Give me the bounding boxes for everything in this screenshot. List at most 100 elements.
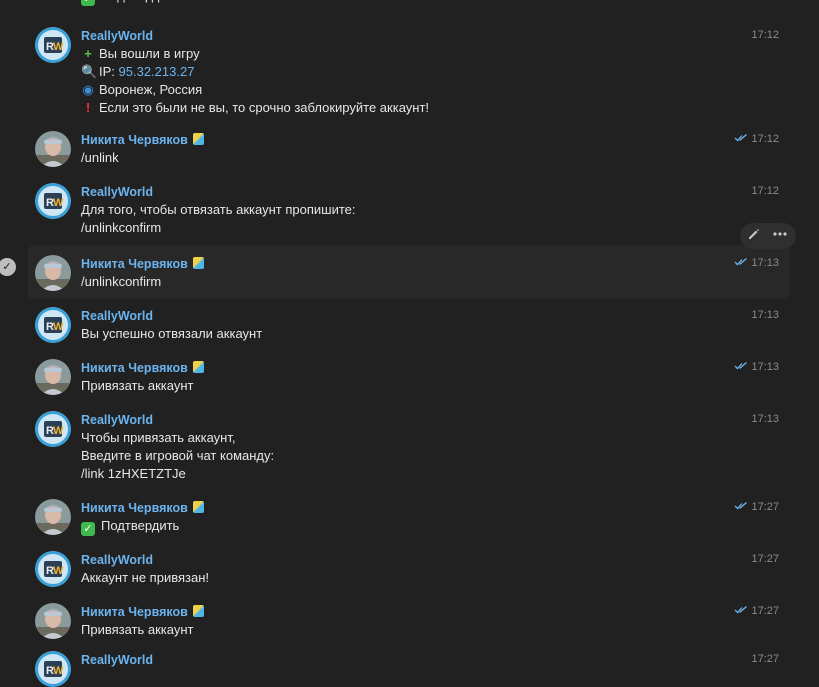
message-text: Для того, чтобы отвязать аккаунт пропиши… xyxy=(81,201,819,219)
message-text: Привязать аккаунт xyxy=(81,621,819,639)
message-text: 🔍 IP: 95.32.213.27 xyxy=(81,63,819,81)
sender-name[interactable]: ReallyWorld xyxy=(81,307,819,325)
message-time: 17:27 xyxy=(734,500,779,514)
message-text: /link 1zHXETZTJe xyxy=(81,465,819,483)
message-body: ReallyWorld Для того, чтобы отвязать акка… xyxy=(81,183,819,237)
sender-name[interactable]: Никита Червяков xyxy=(81,603,819,621)
text: Воронеж, Россия xyxy=(99,82,203,97)
message-text: /unlinkconfirm xyxy=(81,219,819,237)
bot-avatar[interactable]: RW xyxy=(35,551,71,587)
time-text: 17:13 xyxy=(751,309,779,321)
premium-badge-icon xyxy=(192,257,204,269)
sender-name[interactable]: Никита Червяков xyxy=(81,499,819,517)
message-time: 17:12 xyxy=(751,28,779,42)
message-body: Никита Червяков/unlinkconfirm xyxy=(81,255,819,291)
text: IP: xyxy=(99,64,119,79)
text: Для того, чтобы отвязать аккаунт пропиши… xyxy=(81,202,356,217)
svg-text:W: W xyxy=(53,565,64,577)
sender-name[interactable]: ReallyWorld xyxy=(81,651,819,669)
svg-text:W: W xyxy=(53,665,64,677)
time-text: 17:27 xyxy=(751,653,779,665)
time-text: 17:27 xyxy=(751,553,779,565)
svg-text:W: W xyxy=(53,41,64,53)
message-text: Чтобы привязать аккаунт, xyxy=(81,429,819,447)
sender-name[interactable]: ReallyWorld xyxy=(81,411,819,429)
text: Вы успешно отвязали аккаунт xyxy=(81,326,263,341)
checkmark-circle-icon[interactable]: ✓ xyxy=(0,258,16,276)
premium-badge-icon xyxy=(192,501,204,513)
check-mark-icon: ✓ xyxy=(81,0,95,6)
double-check-icon xyxy=(734,501,748,511)
message-time: 17:13 xyxy=(734,360,779,374)
text: Вы вошли в игру xyxy=(99,46,200,61)
text: /unlink xyxy=(81,150,119,165)
message-body: Никита Червяков ✓ Подтвердить xyxy=(81,499,819,536)
message-time: 17:27 xyxy=(734,604,779,618)
double-check-icon xyxy=(734,605,748,615)
sender-name[interactable]: Никита Червяков xyxy=(81,255,819,273)
bot-avatar[interactable]: RW xyxy=(35,27,71,63)
bot-avatar[interactable]: RW xyxy=(35,307,71,343)
pencil-icon[interactable] xyxy=(744,227,764,245)
message-time: 17:12 xyxy=(734,132,779,146)
sender-name[interactable]: ReallyWorld xyxy=(81,183,819,201)
user-avatar[interactable] xyxy=(35,603,71,639)
more-horizontal-icon[interactable] xyxy=(770,227,790,245)
text: /link 1zHXETZTJe xyxy=(81,466,186,481)
text: /unlinkconfirm xyxy=(81,220,162,235)
message-time: 17:13 xyxy=(751,308,779,322)
time-text: 17:13 xyxy=(751,361,779,373)
time-text: 17:12 xyxy=(751,185,779,197)
user-avatar[interactable] xyxy=(35,255,71,291)
message-body: Никита Червяков/unlink xyxy=(81,131,819,167)
time-text: 17:27 xyxy=(751,501,779,513)
double-check-icon xyxy=(734,361,748,371)
message-body: Никита Червяков Привязать аккаунт xyxy=(81,359,819,395)
text: /unlinkconfirm xyxy=(81,274,162,289)
magnifier-icon: 🔍 xyxy=(81,64,98,79)
text: Аккаунт не привязан! xyxy=(81,570,209,585)
svg-text:W: W xyxy=(53,197,64,209)
message-time: 17:27 xyxy=(751,652,779,666)
message-body: ReallyWorld + Вы вошли в игру 🔍 IP: 95.32.21… xyxy=(81,27,819,117)
message-text: ✓ Подтвердить xyxy=(81,517,819,536)
time-text: 17:12 xyxy=(751,133,779,145)
bot-avatar[interactable]: RW xyxy=(35,183,71,219)
text: Введите в игровой чат команду: xyxy=(81,448,275,463)
time-text: 17:12 xyxy=(751,29,779,41)
user-avatar[interactable] xyxy=(35,359,71,395)
check-mark-icon: ✓ xyxy=(81,522,95,536)
text: Подтвердить xyxy=(101,518,180,533)
message-body: ReallyWorld xyxy=(81,651,819,669)
user-avatar[interactable] xyxy=(35,131,71,167)
message-text: Вы успешно отвязали аккаунт xyxy=(81,325,819,343)
message-text: + Вы вошли в игру xyxy=(81,45,819,63)
globe-icon: ◉ xyxy=(82,82,94,97)
sender-name[interactable]: ReallyWorld xyxy=(81,551,819,569)
message-text: ✓ Подтвердить xyxy=(81,0,819,6)
text: Привязать аккаунт xyxy=(81,378,194,393)
sender-name[interactable]: Никита Червяков xyxy=(81,131,819,149)
message-text: ◉ Воронеж, Россия xyxy=(81,81,819,99)
sender-name[interactable]: Никита Червяков xyxy=(81,359,819,377)
message-text: Введите в игровой чат команду: xyxy=(81,447,819,465)
user-avatar[interactable] xyxy=(35,499,71,535)
double-check-icon xyxy=(734,257,748,267)
premium-badge-icon xyxy=(192,133,204,145)
double-check-icon xyxy=(734,133,748,143)
bot-avatar[interactable]: RW xyxy=(35,411,71,447)
sender-name[interactable]: ReallyWorld xyxy=(81,27,819,45)
message-time: 17:12 xyxy=(751,184,779,198)
time-text: 17:13 xyxy=(751,257,779,269)
time-text: 17:13 xyxy=(751,413,779,425)
text: Привязать аккаунт xyxy=(81,622,194,637)
premium-badge-icon xyxy=(192,361,204,373)
bot-avatar[interactable]: RW xyxy=(35,651,71,687)
premium-badge-icon xyxy=(192,605,204,617)
message-time: 17:27 xyxy=(751,552,779,566)
time-text: 17:27 xyxy=(751,605,779,617)
message-text: Привязать аккаунт xyxy=(81,377,819,395)
plus-icon: + xyxy=(84,46,92,61)
ip-link[interactable]: 95.32.213.27 xyxy=(119,64,195,79)
message-body: ReallyWorld Аккаунт не привязан! xyxy=(81,551,819,587)
